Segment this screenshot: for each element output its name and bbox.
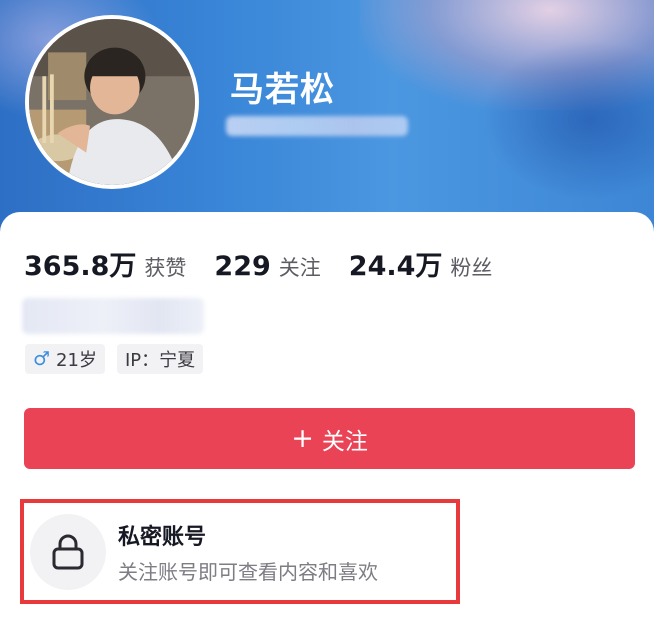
plus-icon: + xyxy=(291,423,314,454)
male-icon: ♂ xyxy=(33,348,51,370)
account-id-blurred xyxy=(226,116,408,136)
follow-label: 关注 xyxy=(321,428,368,455)
nickname: 马若松 xyxy=(230,70,335,110)
stat-label: 粉丝 xyxy=(450,256,493,280)
stat-likes[interactable]: 365.8万 获赞 xyxy=(24,244,186,283)
profile-page: 马若松 365.8万 获赞 229 关注 24.4万 粉丝 ♂ 21岁 IP：宁… xyxy=(0,0,654,621)
stat-value: 365.8万 xyxy=(24,251,137,282)
private-title: 私密账号 xyxy=(118,525,207,550)
stat-following[interactable]: 229 关注 xyxy=(214,251,320,282)
stat-label: 获赞 xyxy=(144,256,187,280)
profile-banner: 马若松 xyxy=(0,0,654,232)
stat-value: 24.4万 xyxy=(348,251,443,282)
age-tag: ♂ 21岁 xyxy=(25,344,105,374)
lock-icon xyxy=(52,534,84,570)
stat-label: 关注 xyxy=(278,256,321,280)
banner-shade xyxy=(480,40,654,200)
signature-blurred xyxy=(22,298,204,334)
avatar-photo xyxy=(29,19,195,185)
follow-button[interactable]: + 关注 xyxy=(24,408,635,469)
age-label: 21岁 xyxy=(56,350,97,371)
stats-row: 365.8万 获赞 229 关注 24.4万 粉丝 xyxy=(24,244,520,283)
profile-tags: ♂ 21岁 IP：宁夏 xyxy=(25,344,215,374)
avatar[interactable] xyxy=(25,15,199,189)
private-account-notice: 私密账号 关注账号即可查看内容和喜欢 xyxy=(20,499,460,604)
stat-value: 229 xyxy=(214,251,271,282)
ip-label: IP：宁夏 xyxy=(124,350,196,371)
private-subtitle: 关注账号即可查看内容和喜欢 xyxy=(118,560,378,584)
ip-tag: IP：宁夏 xyxy=(116,344,204,374)
stat-followers[interactable]: 24.4万 粉丝 xyxy=(349,244,493,283)
lock-badge xyxy=(30,514,106,590)
